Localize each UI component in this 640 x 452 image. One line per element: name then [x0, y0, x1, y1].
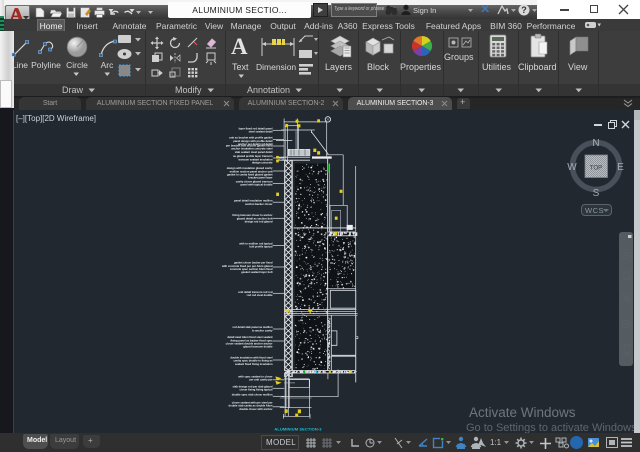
svg-text:double closer with anchor: double closer with anchor [239, 407, 272, 411]
svg-text:glazed transom double: glazed transom double [243, 345, 273, 349]
svg-text:steel sealant detail: steel sealant detail [249, 130, 273, 134]
svg-text:rod rod steel double: rod rod steel double [247, 293, 273, 297]
svg-text:section backer closer: section backer closer [245, 202, 273, 206]
svg-text:double spec slab closer mullio: double spec slab closer mullion [232, 393, 273, 397]
svg-text:per unit cavity per: per unit cavity per [249, 378, 272, 382]
svg-text:slab sealant steel panel detai: slab sealant steel panel detail [235, 150, 273, 154]
svg-text:to anchor cavity: to anchor cavity [252, 328, 273, 332]
svg-text:closer fixing fixing typical: closer fixing fixing typical [239, 388, 272, 392]
svg-text:design concrete: design concrete [252, 161, 273, 165]
svg-text:bolt profile typical: bolt profile typical [249, 245, 272, 249]
svg-text:panel with typical double: panel with typical double [241, 183, 273, 187]
svg-text:ALUMINIUM SECTION-3: ALUMINIUM SECTION-3 [274, 426, 322, 431]
svg-text:sealant fixed fixing insulatio: sealant fixed fixing insulation [235, 362, 273, 366]
svg-text:bracket panel layer: bracket panel layer [248, 176, 272, 180]
svg-text:design rod rod glazed: design rod rod glazed [245, 220, 273, 224]
svg-text:gasket sealant layer bolt: gasket sealant layer bolt [241, 270, 272, 274]
